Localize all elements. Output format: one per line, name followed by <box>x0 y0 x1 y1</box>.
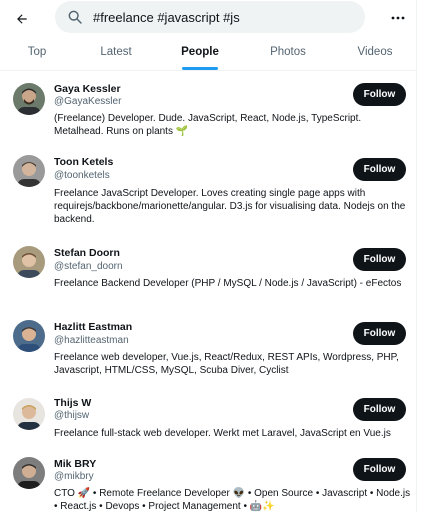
user-bio: (Freelance) Developer. Dude. JavaScript,… <box>54 113 362 137</box>
user-name[interactable]: Stefan Doorn <box>54 247 120 259</box>
search-tabs: Top Latest People Photos Videos <box>0 38 417 71</box>
tab-latest[interactable]: Latest <box>90 38 142 70</box>
follow-button[interactable]: Follow <box>353 458 406 481</box>
follow-button[interactable]: Follow <box>353 158 406 181</box>
tab-people[interactable]: People <box>174 38 226 70</box>
user-cell[interactable]: Thijs W @thijsw Freelance full-stack web… <box>0 392 417 452</box>
user-name[interactable]: Mik BRY <box>54 458 96 470</box>
search-icon <box>68 10 82 24</box>
tab-label: Top <box>27 46 47 58</box>
user-handle: @hazlitteastman <box>54 335 129 346</box>
user-handle: @mikbry <box>54 471 94 482</box>
avatar[interactable] <box>13 83 45 115</box>
user-handle: @stefan_doorn <box>54 261 123 272</box>
avatar[interactable] <box>13 398 45 430</box>
user-name[interactable]: Gaya Kessler <box>54 83 121 95</box>
tab-label: People <box>181 46 219 58</box>
arrow-left-icon <box>17 14 27 24</box>
user-name[interactable]: Thijs W <box>54 397 91 409</box>
avatar[interactable] <box>13 457 45 489</box>
follow-button[interactable]: Follow <box>353 83 406 106</box>
avatar[interactable] <box>13 320 45 352</box>
search-header <box>0 0 417 38</box>
tab-top[interactable]: Top <box>20 38 54 70</box>
user-cell[interactable]: Hazlitt Eastman @hazlitteastman Freelanc… <box>0 314 417 392</box>
follow-button[interactable]: Follow <box>353 248 406 271</box>
user-bio: Freelance JavaScript Developer. Loves cr… <box>54 188 406 225</box>
back-button[interactable] <box>9 6 35 32</box>
user-handle: @toonketels <box>54 170 110 181</box>
search-input[interactable] <box>93 1 355 33</box>
user-bio: Freelance Backend Developer (PHP / MySQL… <box>54 278 402 289</box>
user-name[interactable]: Hazlitt Eastman <box>54 321 132 333</box>
user-bio: CTO 🚀 • Remote Freelance Developer 👽 • O… <box>54 488 411 512</box>
user-cell[interactable]: Gaya Kessler @GayaKessler (Freelance) De… <box>0 72 417 148</box>
user-handle: @GayaKessler <box>54 96 122 107</box>
follow-button[interactable]: Follow <box>353 322 406 345</box>
user-handle: @thijsw <box>54 410 90 421</box>
more-options-button[interactable] <box>386 7 410 29</box>
user-bio: Freelance web developer, Vue.js, React/R… <box>54 352 399 376</box>
user-cell[interactable]: Stefan Doorn @stefan_doorn Freelance Bac… <box>0 240 417 314</box>
avatar[interactable] <box>13 155 45 187</box>
search-box[interactable] <box>55 1 365 33</box>
avatar[interactable] <box>13 246 45 278</box>
tab-photos[interactable]: Photos <box>262 38 314 70</box>
user-cell[interactable]: Mik BRY @mikbry CTO 🚀 • Remote Freelance… <box>0 452 417 512</box>
user-cell[interactable]: Toon Ketels @toonketels Freelance JavaSc… <box>0 148 417 240</box>
tab-videos[interactable]: Videos <box>350 38 400 70</box>
more-horizontal-icon <box>391 16 405 20</box>
user-bio: Freelance full-stack web developer. Werk… <box>54 428 391 439</box>
user-name[interactable]: Toon Ketels <box>54 156 113 168</box>
follow-button[interactable]: Follow <box>353 398 406 421</box>
tab-label: Photos <box>270 46 306 58</box>
tab-label: Videos <box>357 46 393 58</box>
active-tab-indicator <box>182 67 218 70</box>
tab-label: Latest <box>100 46 132 58</box>
